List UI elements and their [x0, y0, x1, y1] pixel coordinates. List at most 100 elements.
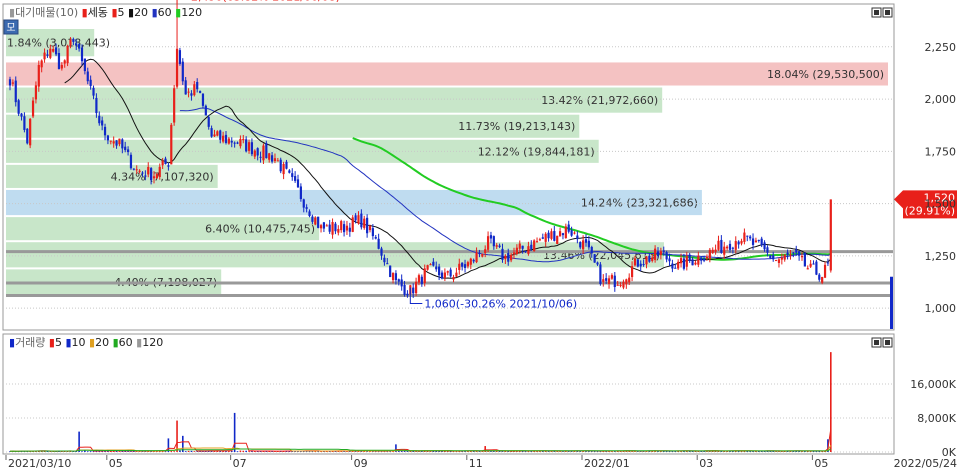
candle-body	[403, 285, 406, 295]
candle-body	[40, 60, 43, 68]
candle-body	[553, 231, 556, 241]
candle-body	[210, 128, 213, 137]
legend-label: 5	[118, 6, 129, 19]
candle-body	[674, 267, 677, 269]
x-tick-label: 2022/01	[584, 457, 630, 470]
candle-body	[31, 100, 35, 117]
volume-bar	[78, 431, 80, 452]
candle-body	[558, 231, 562, 237]
candle-body	[458, 263, 461, 270]
candle-body	[52, 48, 55, 52]
volume-profile-bar	[6, 62, 888, 86]
price-panel-minimize-button[interactable]	[871, 7, 882, 18]
candle-body	[435, 266, 438, 270]
candle-body	[754, 240, 758, 243]
candle-body	[682, 258, 686, 269]
candle-body	[14, 80, 17, 103]
candle-body	[201, 93, 205, 106]
candle-body	[579, 242, 582, 248]
candle-body	[507, 253, 510, 262]
volume-bar	[242, 450, 245, 452]
candle-body	[233, 142, 236, 144]
candle-body	[639, 263, 642, 267]
candle-body	[556, 235, 559, 244]
candle-body	[141, 172, 144, 174]
candle-body	[412, 287, 415, 294]
candle-body	[726, 246, 729, 249]
legend-label: 60	[158, 6, 176, 19]
candle-body	[86, 71, 89, 82]
candle-body	[792, 252, 795, 254]
volume-legend: ▮거래량 ▮5 ▮10 ▮20 ▮60 ▮120	[9, 336, 163, 349]
candle-body	[138, 170, 141, 172]
candle-body	[705, 256, 709, 259]
candle-body	[550, 231, 553, 239]
legend-label: 120	[142, 336, 163, 349]
x-tick-label: 2021/03/10	[8, 457, 71, 470]
volume-panel-minimize-button[interactable]	[871, 337, 882, 348]
candle-body	[230, 140, 233, 143]
candle-body	[711, 249, 714, 253]
candle-body	[8, 79, 12, 86]
volume-profile-label: 11.73% (19,213,143)	[458, 120, 575, 133]
candle-body	[795, 249, 798, 253]
candle-body	[628, 277, 631, 283]
candle-body	[368, 225, 372, 231]
price-tick-label: 1,000	[925, 302, 957, 315]
candle-body	[633, 258, 637, 266]
candle-body	[173, 88, 176, 123]
volume-profile-label: 13.42% (21,972,660)	[541, 94, 658, 107]
candle-body	[613, 275, 616, 288]
candle-body	[20, 113, 23, 117]
candle-body	[126, 149, 130, 153]
volume-bar	[239, 450, 242, 452]
price-panel-close-button[interactable]	[882, 7, 893, 18]
candle-body	[823, 264, 827, 278]
price-tick-label: 2,250	[925, 41, 957, 54]
candle-body	[377, 238, 380, 249]
candle-body	[777, 259, 781, 263]
candle-body	[386, 263, 389, 265]
candle-body	[288, 170, 291, 173]
candle-body	[541, 237, 544, 239]
price-tick-label: 1,250	[925, 250, 957, 263]
legend-label: 10	[72, 336, 90, 349]
candle-body	[535, 241, 539, 243]
candle-body	[198, 91, 202, 93]
candle-body	[135, 169, 138, 171]
candle-body	[276, 160, 279, 162]
candle-body	[345, 225, 349, 231]
volume-bar	[429, 451, 432, 452]
candle-body	[89, 79, 92, 86]
stock-chart: 1.84% (3,018,443) 18.04% (29,530,500) 13.4…	[2, 0, 957, 470]
candle-body	[383, 257, 386, 263]
candle-body	[625, 279, 628, 285]
candle-body	[587, 240, 590, 248]
candle-body	[178, 50, 182, 64]
low-annotation: 1,060(-30.26% 2021/10/06)	[424, 298, 577, 311]
legend-label: 대기매물(10)	[15, 6, 82, 19]
candle-body	[259, 156, 262, 158]
candle-body	[132, 168, 135, 170]
current-position-marker	[890, 276, 893, 329]
candle-body	[282, 163, 285, 175]
x-tick-label: 05	[109, 457, 123, 470]
candle-body	[648, 255, 651, 262]
candle-body	[610, 275, 614, 279]
candle-body	[400, 279, 403, 287]
candle-body	[481, 253, 484, 257]
candle-body	[815, 261, 818, 275]
candle-body	[37, 65, 40, 87]
volume-tick-label: 16,000K	[910, 378, 956, 391]
candle-body	[406, 293, 409, 296]
legend-label: 60	[119, 336, 137, 349]
candle-body	[734, 241, 737, 250]
volume-panel-close-button[interactable]	[882, 337, 893, 348]
candle-body	[224, 134, 228, 143]
candle-body	[731, 247, 734, 249]
volume-bar	[89, 451, 92, 452]
candle-body	[394, 273, 398, 281]
candle-body	[337, 228, 340, 233]
candle-body	[34, 85, 38, 100]
candle-body	[590, 246, 593, 254]
